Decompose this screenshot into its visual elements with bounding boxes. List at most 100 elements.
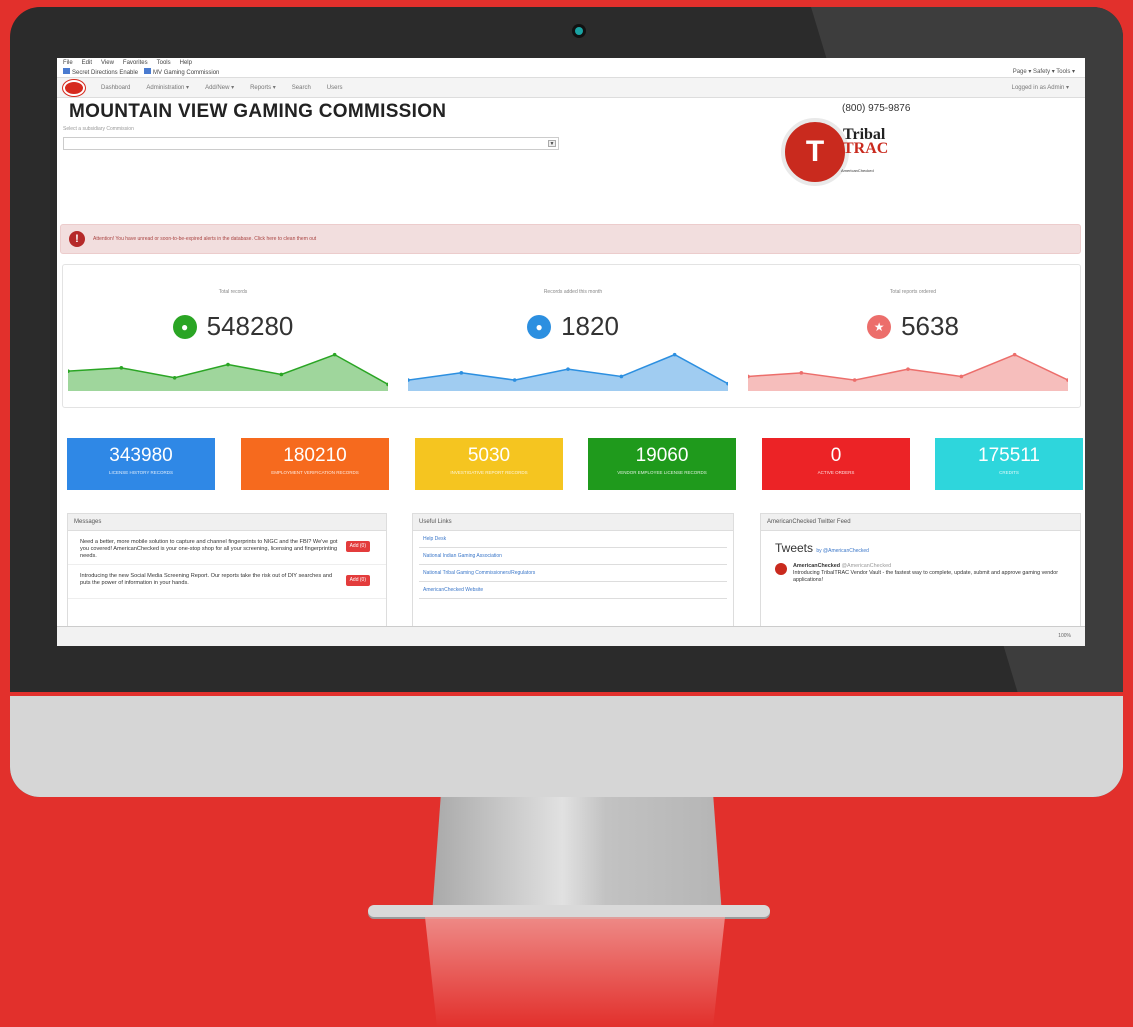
monitor-stand-neck [432,797,722,915]
link-ntgcr[interactable]: National Tribal Gaming Commissioners/Reg… [419,565,727,582]
exclamation-icon: ! [69,231,85,247]
tile-value: 19060 [635,445,689,466]
monitor-stand-base [368,905,770,917]
page-header: MOUNTAIN VIEW GAMING COMMISSION Select a… [57,98,1085,224]
tile-investigative-report[interactable]: 5030 Investigative Report Records [415,438,563,490]
tribaltrac-logo-icon[interactable] [63,79,85,96]
menu-edit[interactable]: Edit [82,60,92,66]
brand-tagline: AmericanChecked [841,168,874,173]
tweet-text: Introducing TribalTRAC Vendor Vault - th… [793,570,1059,583]
panel-title: AmericanChecked Twitter Feed [761,514,1080,531]
tile-label: Active Orders [817,470,855,475]
message-item: Introducing the new Social Media Screeni… [68,565,386,599]
stat-value: 5638 [901,311,959,341]
summary-tiles: 343980 License History Records 180210 Em… [57,438,1085,490]
tile-employment-verification[interactable]: 180210 Employment Verification Records [241,438,389,490]
browser-menubar: File Edit View Favorites Tools Help [57,58,1085,67]
nav-administration[interactable]: Administration ▾ [146,84,189,91]
brand-word-trac: TRAC [843,140,889,157]
app-navbar: Dashboard Administration ▾ Add/New ▾ Rep… [57,78,1085,98]
sparkline-point [119,366,124,370]
tweets-by[interactable]: by @AmericanChecked [816,548,869,554]
nav-users[interactable]: Users [327,85,343,91]
page-title: MOUNTAIN VIEW GAMING COMMISSION [69,101,447,122]
link-niga[interactable]: National Indian Gaming Association [419,548,727,565]
sparkline-point [512,378,517,382]
message-action-button[interactable]: Add (0) [345,575,370,586]
alert-text[interactable]: Attention! You have unread or soon-to-be… [93,236,316,242]
stat-label: Total records [218,289,248,295]
link-help-desk[interactable]: Help Desk [419,531,727,548]
screen: File Edit View Favorites Tools Help Secr… [57,58,1085,646]
favorites-bar: Secret Directions Enable MV Gaming Commi… [57,67,1085,78]
nav-add-new[interactable]: Add/New ▾ [205,84,234,91]
avatar[interactable] [775,563,787,575]
phone-number: (800) 975-9876 [842,103,911,114]
stat-value: 1820 [561,311,619,341]
menu-tools[interactable]: Tools [157,60,171,66]
sparkline-point [226,362,230,367]
link-americanchecked[interactable]: AmericanChecked Website [419,582,727,599]
tweet-author[interactable]: AmericanChecked [793,563,840,569]
menu-file[interactable]: File [63,60,73,66]
tile-value: 0 [830,445,842,466]
tile-credits[interactable]: 175511 Credits [935,438,1083,490]
tile-active-orders[interactable]: 0 Active Orders [762,438,910,490]
nav-reports[interactable]: Reports ▾ [250,84,276,91]
zoom-level[interactable]: 100% [1058,633,1071,639]
sparkline-area [68,354,388,391]
nav-search[interactable]: Search [292,85,311,91]
stat-total-records: Total records ● 548280 [68,265,398,405]
sparkline-chart [408,352,728,391]
stat-label: Records added this month [543,289,603,295]
tile-label: Investigative Report Records [450,470,528,475]
stat-records-this-month: Records added this month ● 1820 [408,265,738,405]
user-menu[interactable]: Logged in as Admin ▾ [1012,84,1069,91]
tweet-handle[interactable]: @AmericanChecked [842,563,892,569]
sparkline-point [172,375,177,380]
menu-help[interactable]: Help [180,60,192,66]
stat-value-row: ● 1820 [408,311,738,342]
ie-command-bar[interactable]: Page ▾ Safety ▾ Tools ▾ [1013,68,1075,75]
browser-statusbar: 100% [57,626,1085,646]
stats-panel: Total records ● 548280 Records added thi… [62,264,1081,408]
tile-vendor-employee-license[interactable]: 19060 Vendor Employee License Records [588,438,736,490]
menu-view[interactable]: View [101,60,114,66]
sparkline-point [279,372,284,377]
tile-value: 175511 [978,445,1040,466]
person-icon: ● [172,314,197,339]
tweet-body: AmericanChecked @AmericanChecked Introdu… [793,563,1066,584]
stat-label: Total reports ordered [889,289,937,295]
nav-dashboard[interactable]: Dashboard [101,85,130,91]
panel-title: Useful Links [413,514,733,531]
tile-value: 180210 [283,445,347,466]
message-item: Need a better, more mobile solution to c… [68,531,386,565]
sparkline-point [566,367,570,371]
tribaltrac-brand-logo: T Tribal TRAC AmericanChecked [781,118,921,188]
tile-label: Credits [999,470,1019,475]
sparkline-point [672,352,677,357]
page-icon [63,68,70,74]
sparkline-point [332,352,337,357]
stat-value-row: ● 548280 [68,311,398,342]
chevron-down-icon[interactable]: ▼ [548,140,556,147]
message-text: Need a better, more mobile solution to c… [80,539,338,559]
sparkline-point [852,378,857,382]
commission-select[interactable]: ▼ [63,137,559,150]
message-action-button[interactable]: Add (0) [345,541,370,552]
alert-banner[interactable]: ! Attention! You have unread or soon-to-… [60,224,1081,254]
stat-reports-ordered: Total reports ordered ★ 5638 [748,265,1078,405]
stand-reflection [425,917,725,1027]
brand-badge-icon: T [781,118,849,186]
sparkline-point [959,374,964,379]
stat-value-row: ★ 5638 [748,311,1078,342]
brand-wordmark: Tribal TRAC [843,127,889,157]
favorite-link-2[interactable]: MV Gaming Commission [144,68,219,76]
tile-license-history[interactable]: 343980 License History Records [67,438,215,490]
tile-label: Vendor Employee License Records [617,470,707,475]
favorite-link-1[interactable]: Secret Directions Enable [63,68,138,76]
menu-favorites[interactable]: Favorites [123,60,148,66]
tile-label: Employment Verification Records [271,470,359,475]
star-icon: ★ [867,314,892,339]
sparkline-point [799,371,804,375]
